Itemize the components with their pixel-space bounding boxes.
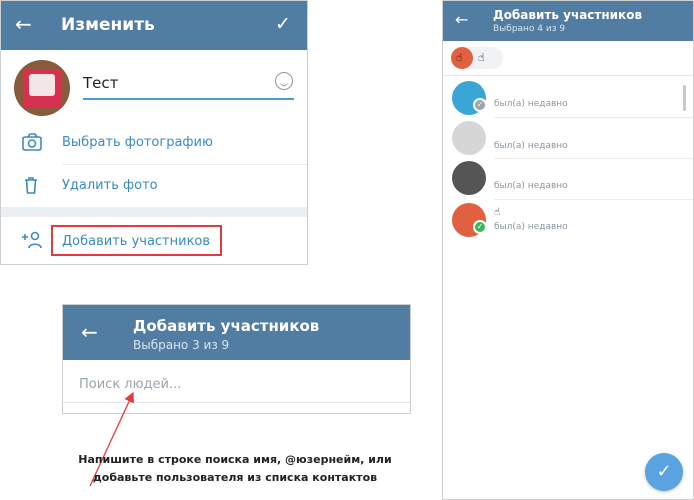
contact-status: был(а) недавно — [494, 222, 568, 232]
contact-status: был(а) недавно — [494, 99, 568, 109]
back-arrow-icon[interactable]: ← — [455, 11, 468, 29]
check-badge-icon: ✓ — [473, 98, 487, 112]
instruction-text: Напишите в строке поиска имя, @юзернейм,… — [78, 453, 392, 484]
members-list-panel: ← Добавить участников Выбрано 4 из 9 ☝ ☝… — [442, 0, 694, 500]
contact-status: был(а) недавно — [494, 181, 568, 191]
confirm-fab-button[interactable]: ✓ — [645, 453, 683, 491]
avatar[interactable] — [452, 161, 486, 195]
check-badge-icon: ✓ — [473, 220, 487, 234]
contact-name: ☝ — [494, 207, 501, 218]
scrollbar[interactable] — [683, 85, 686, 111]
avatar: ☝ — [451, 47, 473, 69]
members-selected-count: Выбрано 4 из 9 — [493, 24, 566, 34]
avatar[interactable] — [452, 121, 486, 155]
chip-label: ☝ — [478, 51, 485, 64]
members-header: ← Добавить участников Выбрано 4 из 9 — [443, 1, 693, 41]
contact-status: был(а) недавно — [494, 141, 568, 151]
selected-member-chip[interactable]: ☝ ☝ — [451, 47, 503, 69]
members-title: Добавить участников — [493, 8, 643, 22]
